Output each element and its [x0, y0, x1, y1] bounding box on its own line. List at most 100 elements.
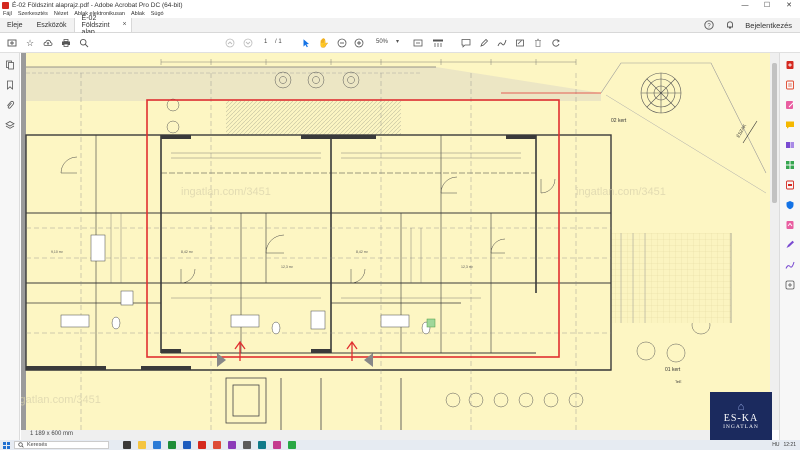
taskbar-search-label: Keresés [27, 442, 48, 448]
comment-tool-icon[interactable] [784, 119, 796, 131]
zoom-dropdown-chevron-icon[interactable]: ▾ [396, 38, 399, 45]
draw-icon[interactable] [496, 37, 508, 49]
attachments-paperclip-icon[interactable] [4, 99, 16, 111]
help-icon[interactable]: ? [703, 20, 714, 31]
clock[interactable]: 12:21 [783, 442, 796, 448]
menu-edit[interactable]: Szerkesztés [18, 11, 48, 17]
windows-logo-icon [2, 441, 10, 449]
menu-view[interactable]: Nézet [54, 11, 68, 17]
floor-plan-drawing: 8,42 m² 12,3 m² 8,42 m² 12,3 m² 9,10 m² … [21, 53, 770, 430]
garden-label-bottom: 01 kert [665, 367, 681, 373]
stamp-icon[interactable] [514, 37, 526, 49]
zoom-out-icon[interactable] [336, 37, 348, 49]
highlight-pen-icon[interactable] [478, 37, 490, 49]
delete-trash-icon[interactable] [532, 37, 544, 49]
page-number-input[interactable]: 1 [264, 39, 267, 45]
notification-bell-icon[interactable] [724, 20, 735, 31]
close-window-button[interactable]: ✕ [778, 0, 800, 10]
svg-text:12,3 m²: 12,3 m² [461, 265, 474, 269]
messaging-icon[interactable] [288, 441, 296, 449]
garden-label-top: 02 kert [611, 118, 627, 124]
logo-line-2: INGATLAN [723, 424, 759, 430]
tab-close-icon[interactable]: × [122, 21, 126, 28]
create-pdf-tool-icon[interactable] [784, 79, 796, 91]
maximize-button[interactable]: ☐ [756, 0, 778, 10]
settings-gear-icon[interactable] [243, 441, 251, 449]
acrobat-taskbar-icon[interactable] [198, 441, 206, 449]
start-button[interactable] [0, 440, 12, 450]
combine-files-icon[interactable] [784, 139, 796, 151]
page-thumbnails-icon[interactable] [4, 59, 16, 71]
undo-rotate-icon[interactable] [550, 37, 562, 49]
main-toolbar: ☆ 1 / 1 ✋ 50% ▾ [0, 33, 800, 53]
export-pdf-icon[interactable] [784, 59, 796, 71]
horizontal-scrollbar[interactable] [21, 430, 770, 440]
protect-icon[interactable] [784, 199, 796, 211]
excel-icon[interactable] [168, 441, 176, 449]
edge-browser-icon[interactable] [153, 441, 161, 449]
tab-tools[interactable]: Eszközök [30, 18, 74, 32]
menu-file[interactable]: Fájl [3, 11, 12, 17]
send-for-signature-icon[interactable] [784, 259, 796, 271]
keyboard-language[interactable]: HU [772, 442, 779, 448]
tab-bar: Eleje Eszközök É-02 Földszint alap... × … [0, 15, 800, 36]
tab-document[interactable]: É-02 Földszint alap... × [73, 15, 132, 36]
print-icon[interactable] [60, 37, 72, 49]
scroll-mode-icon[interactable] [432, 37, 444, 49]
vertical-scrollbar[interactable] [770, 53, 779, 430]
word-icon[interactable] [183, 441, 191, 449]
bookmarks-icon[interactable] [4, 79, 16, 91]
fit-page-icon[interactable] [412, 37, 424, 49]
minimize-button[interactable]: — [734, 0, 756, 10]
chrome-icon[interactable] [213, 441, 221, 449]
left-navigation-panel [0, 53, 20, 440]
es-ka-ingatlan-logo: ⌂ ES-KA INGATLAN [710, 392, 772, 440]
file-explorer-icon[interactable] [138, 441, 146, 449]
tree-symbol [640, 72, 682, 114]
select-cursor-icon[interactable] [300, 37, 312, 49]
hand-tool-icon[interactable]: ✋ [318, 37, 330, 49]
right-tools-panel [779, 53, 800, 440]
document-viewport[interactable]: 8,42 m² 12,3 m² 8,42 m² 12,3 m² 9,10 m² … [21, 53, 770, 430]
fill-sign-icon[interactable] [784, 239, 796, 251]
taskbar-search-box[interactable]: Keresés [14, 441, 109, 449]
zoom-in-icon[interactable] [353, 37, 365, 49]
app-icon[interactable] [258, 441, 266, 449]
optimize-pdf-icon[interactable] [784, 219, 796, 231]
watermark-text: ingatlan.com/3451 [576, 186, 666, 198]
sign-in-link[interactable]: Bejelentkezés [745, 21, 792, 30]
redact-icon[interactable] [784, 179, 796, 191]
photos-icon[interactable] [273, 441, 281, 449]
house-logo-icon: ⌂ [737, 401, 745, 413]
svg-text:8,42 m²: 8,42 m² [181, 250, 194, 254]
previous-page-icon[interactable] [224, 37, 236, 49]
menu-help[interactable]: Súgó [151, 11, 164, 17]
logo-line-1: ES-KA [723, 413, 759, 424]
title-bar: É-02 Földszint alaprajz.pdf - Adobe Acro… [0, 0, 800, 10]
window-title: É-02 Földszint alaprajz.pdf - Adobe Acro… [12, 1, 183, 9]
acrobat-app-icon [2, 1, 9, 9]
page-size-readout: 1 189 x 600 mm [30, 431, 74, 437]
bookmark-star-icon[interactable]: ☆ [24, 37, 36, 49]
task-view-icon[interactable] [123, 441, 131, 449]
vertical-scrollbar-thumb[interactable] [772, 63, 777, 203]
next-page-icon[interactable] [242, 37, 254, 49]
zoom-level-input[interactable]: 50% [376, 39, 388, 45]
svg-text:9,10 m²: 9,10 m² [51, 250, 64, 254]
windows-taskbar: Keresés HU 12:21 [0, 440, 800, 450]
organize-pages-icon[interactable] [784, 159, 796, 171]
menu-window[interactable]: Ablak [131, 11, 145, 17]
viber-icon[interactable] [228, 441, 236, 449]
comment-icon[interactable] [460, 37, 472, 49]
layers-icon[interactable] [4, 119, 16, 131]
create-pdf-icon[interactable] [6, 37, 18, 49]
edit-pdf-icon[interactable] [784, 99, 796, 111]
watermark-text: ingatlan.com/3451 [21, 394, 101, 406]
svg-text:8,42 m²: 8,42 m² [356, 250, 369, 254]
tab-home[interactable]: Eleje [0, 18, 30, 32]
cloud-upload-icon[interactable] [42, 37, 54, 49]
svg-text:12,3 m²: 12,3 m² [281, 265, 294, 269]
search-icon[interactable] [78, 37, 90, 49]
more-tools-icon[interactable] [784, 279, 796, 291]
room-code-label: TeE [675, 380, 682, 384]
